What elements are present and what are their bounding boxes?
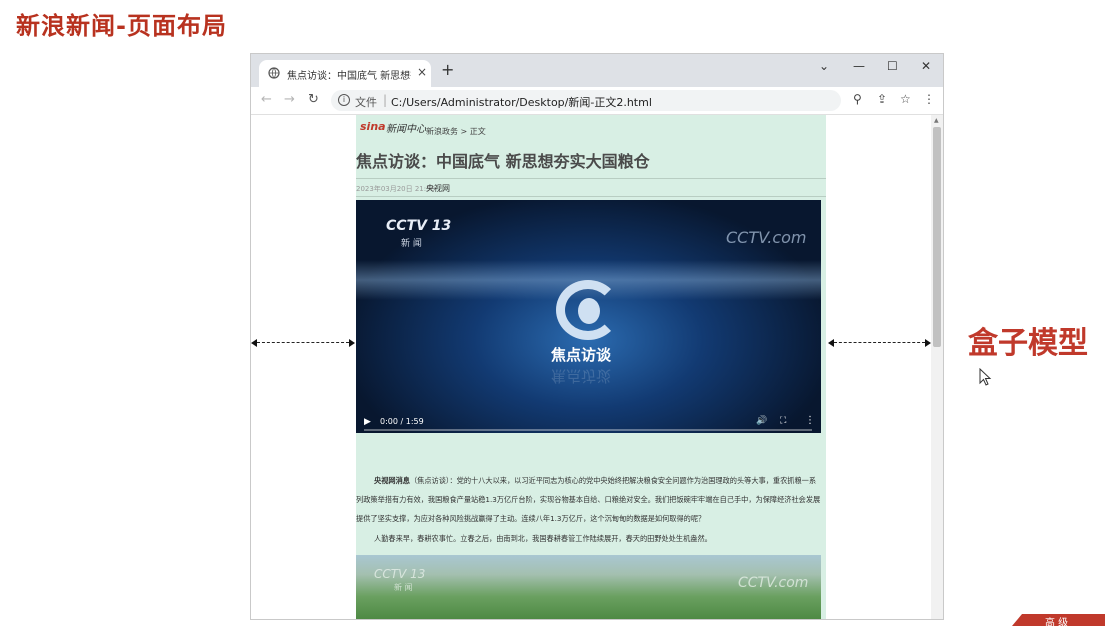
article-title: 焦点访谈：中国底气 新思想夯实大国粮仓 bbox=[356, 152, 650, 171]
share-icon[interactable]: ⇪ bbox=[877, 92, 887, 106]
show-name-reflection: 焦点访谈 bbox=[551, 367, 612, 385]
maximize-button[interactable]: ☐ bbox=[887, 59, 898, 73]
scroll-up-icon[interactable]: ▲ bbox=[934, 117, 939, 124]
show-name: 焦点访谈 bbox=[551, 346, 612, 364]
video-controls: ▶ 0:00 / 1:59 🔊 ⛶ ⋮ bbox=[356, 413, 821, 433]
new-tab-button[interactable]: + bbox=[441, 62, 454, 78]
bookmark-star-icon[interactable]: ☆ bbox=[900, 92, 911, 106]
breadcrumb[interactable]: 新浪政务 > 正文 bbox=[426, 126, 486, 137]
arrow-right-margin bbox=[828, 339, 931, 347]
tab-title: 焦点访谈：中国底气 新思想夯实 bbox=[287, 71, 411, 82]
corner-banner-text: 高 级 bbox=[1045, 618, 1069, 629]
address-scheme: 文件 bbox=[355, 96, 377, 109]
active-tab[interactable]: 焦点访谈：中国底气 新思想夯实 × bbox=[259, 60, 431, 87]
page-viewport: sina 新闻中心 新浪政务 > 正文 焦点访谈：中国底气 新思想夯实大国粮仓 … bbox=[251, 115, 931, 619]
article-paragraph-2: 人勤春来早，春耕农事忙。立春之后，由南到北，我国春耕春管工作陆续展开，春天的田野… bbox=[374, 534, 712, 543]
publish-time: 2023年03月20日 21:50 bbox=[356, 185, 436, 193]
cctv-watermark: CCTV.com bbox=[726, 228, 807, 247]
forward-icon[interactable]: → bbox=[284, 93, 295, 107]
globe-icon bbox=[268, 67, 280, 79]
play-icon[interactable]: ▶ bbox=[364, 417, 371, 427]
article-paragraph-1: 央视网消息（焦点访谈）：党的十八大以来，以习近平同志为核心的党中央始终把解决粮食… bbox=[356, 471, 822, 528]
reload-icon[interactable]: ↻ bbox=[308, 93, 319, 107]
paragraph-body: （焦点访谈）：党的十八大以来，以习近平同志为核心的党中央始终把解决粮食安全问题作… bbox=[356, 476, 821, 523]
scroll-thumb[interactable] bbox=[933, 127, 941, 347]
close-window-button[interactable]: ✕ bbox=[921, 59, 931, 73]
image-channel-logo: CCTV 13 bbox=[374, 567, 426, 581]
address-url[interactable]: C:/Users/Administrator/Desktop/新闻-正文2.ht… bbox=[391, 94, 652, 110]
cctv-channel-logo: CCTV 13 bbox=[386, 218, 452, 234]
cctv-channel-sub: 新 闻 bbox=[401, 239, 422, 249]
video-player[interactable]: CCTV 13 新 闻 CCTV.com 焦点访谈 焦点访谈 ▶ 0:00 / … bbox=[356, 200, 821, 433]
volume-icon[interactable]: 🔊 bbox=[756, 416, 767, 426]
omnibox[interactable]: i 文件 | C:/Users/Administrator/Desktop/新闻… bbox=[331, 90, 841, 111]
source-link[interactable]: 央视网 bbox=[426, 183, 450, 194]
address-bar: ← → ↻ i 文件 | C:/Users/Administrator/Desk… bbox=[251, 87, 943, 115]
sina-logo[interactable]: sina bbox=[360, 120, 386, 133]
logo-subtitle: 新闻中心 bbox=[386, 124, 426, 135]
article-image: CCTV 13 新 闻 CCTV.com bbox=[356, 555, 821, 619]
tab-bar: 焦点访谈：中国底气 新思想夯实 × + ⌄ — ☐ ✕ bbox=[251, 54, 943, 87]
video-progress-bar[interactable] bbox=[364, 429, 812, 431]
close-tab-icon[interactable]: × bbox=[417, 65, 427, 79]
mouse-cursor-icon bbox=[979, 368, 992, 386]
more-options-icon[interactable]: ⋮ bbox=[805, 415, 815, 426]
browser-window: 焦点访谈：中国底气 新思想夯实 × + ⌄ — ☐ ✕ ← → ↻ i 文件 |… bbox=[250, 53, 944, 620]
image-channel-sub: 新 闻 bbox=[394, 583, 413, 592]
back-icon[interactable]: ← bbox=[261, 93, 272, 107]
video-time: 0:00 / 1:59 bbox=[380, 417, 424, 426]
minimize-button[interactable]: — bbox=[853, 59, 865, 73]
slide-title: 新浪新闻-页面布局 bbox=[16, 12, 227, 40]
paragraph-lead: 央视网消息 bbox=[374, 476, 410, 485]
info-icon[interactable]: i bbox=[338, 94, 350, 106]
menu-icon[interactable]: ⋮ bbox=[923, 92, 935, 106]
image-watermark: CCTV.com bbox=[738, 575, 809, 591]
divider-bottom bbox=[356, 196, 826, 197]
arrow-left-margin bbox=[251, 339, 355, 347]
side-label: 盒子模型 bbox=[968, 326, 1088, 361]
fullscreen-icon[interactable]: ⛶ bbox=[780, 416, 786, 426]
divider-top bbox=[356, 178, 826, 179]
show-emblem-core bbox=[578, 298, 600, 324]
zoom-icon[interactable]: ⚲ bbox=[853, 92, 862, 106]
tab-search-icon[interactable]: ⌄ bbox=[819, 59, 829, 73]
vertical-scrollbar[interactable]: ▲ bbox=[931, 115, 943, 619]
address-separator: | bbox=[383, 93, 388, 107]
content-box: sina 新闻中心 新浪政务 > 正文 焦点访谈：中国底气 新思想夯实大国粮仓 … bbox=[356, 115, 826, 619]
